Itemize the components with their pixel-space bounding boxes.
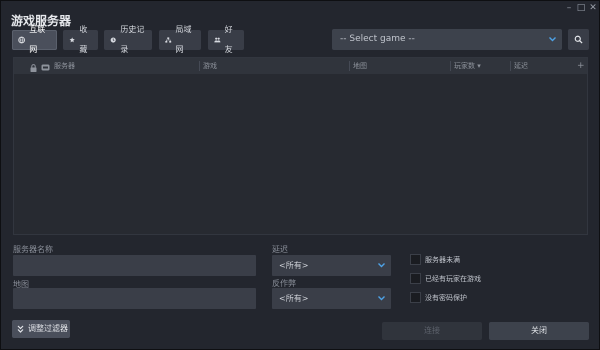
secure-column-header[interactable] — [41, 62, 50, 71]
column-players[interactable]: 玩家数 ▾ — [454, 58, 481, 74]
game-select-value: -- Select game -- — [340, 34, 415, 44]
tab-label: 局域网 — [175, 25, 192, 54]
star-icon — [69, 37, 75, 43]
server-name-input[interactable] — [13, 255, 256, 276]
has-players-label: 已经有玩家在游戏 — [425, 275, 481, 283]
latency-value: <所有> — [279, 261, 309, 270]
close-window-button[interactable]: ✕ — [588, 3, 598, 13]
minimize-button[interactable]: – — [564, 3, 574, 13]
search-button[interactable] — [568, 29, 589, 50]
friends-icon — [214, 37, 221, 43]
tab-label: 互联网 — [29, 25, 46, 54]
chevron-down-icon — [377, 288, 386, 317]
game-select-dropdown[interactable]: -- Select game -- — [332, 29, 562, 50]
column-latency[interactable]: 延迟 — [514, 58, 528, 74]
history-icon — [110, 37, 116, 43]
server-list-table[interactable]: 服务器 游戏 地图 玩家数 ▾ 延迟 + — [13, 57, 588, 235]
not-full-checkbox[interactable] — [410, 254, 421, 265]
anticheat-value: <所有> — [279, 294, 309, 303]
tab-friends[interactable]: 好友 — [208, 25, 244, 54]
add-column-button[interactable]: + — [577, 58, 585, 74]
no-password-checkbox[interactable] — [410, 292, 421, 303]
map-input[interactable] — [13, 288, 256, 309]
search-icon — [574, 35, 583, 44]
column-map[interactable]: 地图 — [353, 58, 367, 74]
chevron-down-icon — [548, 29, 557, 59]
column-server[interactable]: 服务器 — [54, 58, 75, 74]
tab-internet[interactable]: 互联网 — [12, 25, 57, 54]
adjust-filters-button[interactable]: 调整过滤器 — [12, 320, 70, 338]
latency-label: 延迟 — [272, 245, 288, 254]
column-divider — [510, 61, 511, 71]
adjust-filters-label: 调整过滤器 — [28, 324, 68, 333]
has-players-checkbox[interactable] — [410, 273, 421, 284]
table-header: 服务器 游戏 地图 玩家数 ▾ 延迟 + — [14, 58, 587, 74]
close-button[interactable]: 关闭 — [489, 322, 589, 340]
server-name-label: 服务器名称 — [13, 245, 53, 254]
latency-dropdown[interactable]: <所有> — [272, 255, 391, 276]
column-divider — [349, 61, 350, 71]
shield-icon — [41, 64, 50, 71]
tab-favorites[interactable]: 收藏 — [63, 25, 98, 54]
column-divider — [199, 61, 200, 71]
tab-history[interactable]: 历史记录 — [104, 25, 152, 54]
tab-lan[interactable]: 局域网 — [159, 25, 201, 54]
anticheat-dropdown[interactable]: <所有> — [272, 288, 391, 309]
globe-icon — [18, 36, 25, 44]
lan-icon — [165, 37, 172, 43]
double-chevron-down-icon — [17, 325, 24, 333]
lock-icon — [30, 64, 37, 72]
chevron-down-icon — [377, 255, 386, 284]
column-game[interactable]: 游戏 — [203, 58, 217, 74]
no-password-label: 没有密码保护 — [425, 294, 467, 302]
column-divider — [450, 61, 451, 71]
tab-label: 好友 — [224, 25, 233, 54]
not-full-label: 服务器未满 — [425, 256, 460, 264]
maximize-button[interactable]: □ — [576, 3, 586, 13]
connect-button[interactable]: 连接 — [382, 322, 482, 340]
server-browser-window: 游戏 服务器 – □ ✕ 互联网 收藏 历史记录 局域网 好友 -- Select… — [0, 0, 600, 350]
lock-column-header[interactable] — [30, 62, 37, 72]
tab-label: 历史记录 — [120, 25, 145, 54]
tab-label: 收藏 — [79, 25, 88, 54]
